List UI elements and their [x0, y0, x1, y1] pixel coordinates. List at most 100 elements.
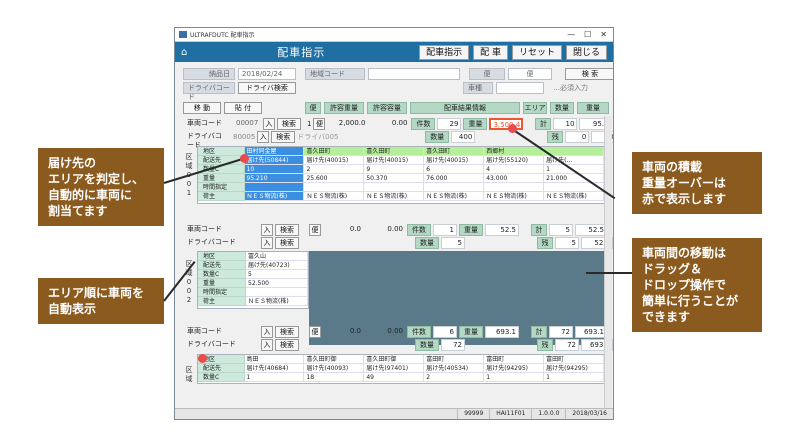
- grid-label: 地区: [198, 252, 246, 261]
- date-field[interactable]: 2018/02/24: [238, 68, 296, 80]
- total-qty: 5: [549, 224, 573, 236]
- grid-cell[interactable]: 届け先(40015): [304, 156, 365, 165]
- grid-cell[interactable]: 富田町: [424, 355, 485, 364]
- grid-cell[interactable]: 喜久田町御: [364, 355, 425, 364]
- grid-cell[interactable]: 届け先(94295): [484, 364, 545, 373]
- flight-button[interactable]: 便: [309, 224, 321, 236]
- grid-cell[interactable]: [304, 183, 365, 192]
- grid-cell[interactable]: 届け先(40093): [304, 364, 365, 373]
- vehicle-search-button[interactable]: 検索: [275, 224, 299, 236]
- paste-button[interactable]: 貼 付: [224, 102, 262, 114]
- grid-cell[interactable]: 49: [364, 373, 425, 382]
- grid-cell[interactable]: 喜久田町御: [304, 355, 365, 364]
- grid-cell[interactable]: 富田町: [544, 355, 605, 364]
- allow-volume-value: 0.00: [391, 119, 408, 127]
- grid-cell[interactable]: 富田町: [484, 355, 545, 364]
- grid-cell[interactable]: ＮＥＳ物流(株): [364, 192, 425, 201]
- grid-cell[interactable]: 4: [484, 165, 545, 174]
- delivery-grid-2[interactable]: 地区 冨久山 配送先 届け先(40723) 数量C 5 重量 52.500 時間指定 荷…: [197, 251, 309, 309]
- vehicle-code-field[interactable]: 00007: [233, 118, 261, 130]
- grid-cell[interactable]: 届け先(40015): [364, 156, 425, 165]
- dispatch-button[interactable]: 配車指示: [419, 44, 470, 60]
- grid-cell[interactable]: [484, 183, 545, 192]
- grid-cell[interactable]: [246, 288, 308, 297]
- grid-cell[interactable]: 1: [484, 373, 545, 382]
- driver-code-label: ドライバコード: [183, 339, 259, 351]
- allocate-button[interactable]: 配 車: [473, 44, 508, 60]
- grid-cell[interactable]: 島田: [244, 355, 305, 364]
- grid-cell[interactable]: 52.500: [246, 279, 308, 288]
- grid-cell[interactable]: 冨久山: [246, 252, 308, 261]
- grid-cell[interactable]: 2: [424, 373, 485, 382]
- grid-cell-selected[interactable]: 95.210: [244, 174, 305, 183]
- grid-cell[interactable]: 喜久田町: [364, 147, 425, 156]
- grid-cell[interactable]: 76.000: [424, 174, 485, 183]
- maximize-icon[interactable]: ☐: [584, 30, 591, 39]
- grid-cell[interactable]: 43.000: [484, 174, 545, 183]
- grid-cell[interactable]: 21.000: [544, 174, 605, 183]
- grid-cell[interactable]: ＮＥＳ物流(株): [544, 192, 605, 201]
- grid-cell[interactable]: ＮＥＳ物流(株): [304, 192, 365, 201]
- driver-search-button[interactable]: 検索: [275, 237, 299, 249]
- search-button[interactable]: 検 索: [565, 68, 613, 80]
- grid-cell[interactable]: 喜久田町: [304, 147, 365, 156]
- vehicle-in-button[interactable]: 入: [261, 326, 273, 338]
- grid-cell[interactable]: 届け先(40684): [244, 364, 305, 373]
- grid-cell-selected[interactable]: 10: [244, 165, 305, 174]
- area-code-select[interactable]: [368, 68, 460, 80]
- flight-button[interactable]: 便: [309, 326, 321, 338]
- grid-cell[interactable]: 2: [304, 165, 365, 174]
- grid-cell[interactable]: [364, 183, 425, 192]
- rest-label: 残: [537, 237, 553, 249]
- vehicle-type-select[interactable]: [496, 82, 544, 94]
- grid-cell[interactable]: 届け先(40015): [424, 156, 485, 165]
- grid-cell[interactable]: 25.600: [304, 174, 365, 183]
- grid-cell[interactable]: 届け先(55120): [484, 156, 545, 165]
- grid-cell[interactable]: ＮＥＳ物流(株): [484, 192, 545, 201]
- grid-cell[interactable]: 50.370: [364, 174, 425, 183]
- grid-cell[interactable]: 届け先(40534): [424, 364, 485, 373]
- flight-button[interactable]: 便: [313, 118, 326, 130]
- driver-in-button[interactable]: 入: [261, 339, 273, 351]
- close-icon[interactable]: ✕: [600, 30, 607, 39]
- vertical-scrollbar[interactable]: [604, 116, 612, 408]
- vehicle-in-button[interactable]: 入: [263, 118, 275, 130]
- driver-in-button[interactable]: 入: [261, 237, 273, 249]
- grid-cell[interactable]: 喜久田町: [424, 147, 485, 156]
- grid-cell[interactable]: 1: [244, 373, 305, 382]
- grid-label: 重量: [198, 174, 245, 183]
- grid-cell[interactable]: 6: [424, 165, 485, 174]
- driver-search-button[interactable]: 検索: [275, 339, 299, 351]
- delivery-grid-1[interactable]: 地区 田村同金屋 喜久田町 喜久田町 喜久田町 西郷村 配送先 届け先(50844) 届け…: [197, 146, 605, 204]
- delivery-grid-3[interactable]: 地区 島田 喜久田町御 喜久田町御 富田町 富田町 富田町 配送先 届け先(40684) 届け先…: [197, 354, 605, 384]
- grid-cell[interactable]: [424, 183, 485, 192]
- grid-cell-selected[interactable]: [244, 183, 305, 192]
- driver-search-button[interactable]: 検索: [271, 131, 296, 143]
- minimize-icon[interactable]: —: [567, 30, 575, 39]
- grid-cell[interactable]: 5: [246, 270, 308, 279]
- area-indicator-3: 区域: [183, 366, 195, 384]
- qty-value: 5: [441, 237, 465, 249]
- grid-cell[interactable]: ＮＥＳ物流(株): [424, 192, 485, 201]
- grid-cell[interactable]: 18: [304, 373, 365, 382]
- grid-cell-selected[interactable]: 届け先(50844): [244, 156, 305, 165]
- vehicle-search-button[interactable]: 検索: [277, 118, 301, 130]
- flight-field[interactable]: 便: [508, 68, 552, 80]
- driver-search-button[interactable]: ドライバ検索: [238, 82, 296, 94]
- grid-cell[interactable]: 1: [544, 373, 605, 382]
- grid-cell[interactable]: ＮＥＳ物流(株): [246, 297, 308, 306]
- grid-cell-selected[interactable]: 田村同金屋: [244, 147, 305, 156]
- vehicle-in-button[interactable]: 入: [261, 224, 273, 236]
- close-button[interactable]: 閉じる: [565, 44, 607, 60]
- grid-cell[interactable]: 西郷村: [484, 147, 545, 156]
- grid-cell-selected[interactable]: ＮＥＳ物流(株): [244, 192, 305, 201]
- grid-cell[interactable]: 届け先(40723): [246, 261, 308, 270]
- vehicle-search-button[interactable]: 検索: [275, 326, 299, 338]
- driver-in-button[interactable]: 入: [257, 131, 270, 143]
- grid-cell[interactable]: 届け先(94295): [544, 364, 605, 373]
- move-button[interactable]: 移 動: [183, 102, 221, 114]
- grid-cell[interactable]: 9: [364, 165, 425, 174]
- grid-cell[interactable]: 届け先(97401): [364, 364, 425, 373]
- callout-auto-assign: 届け先の エリアを判定し、 自動的に車両に 割当てます: [38, 148, 164, 226]
- reset-button[interactable]: リセット: [511, 44, 562, 60]
